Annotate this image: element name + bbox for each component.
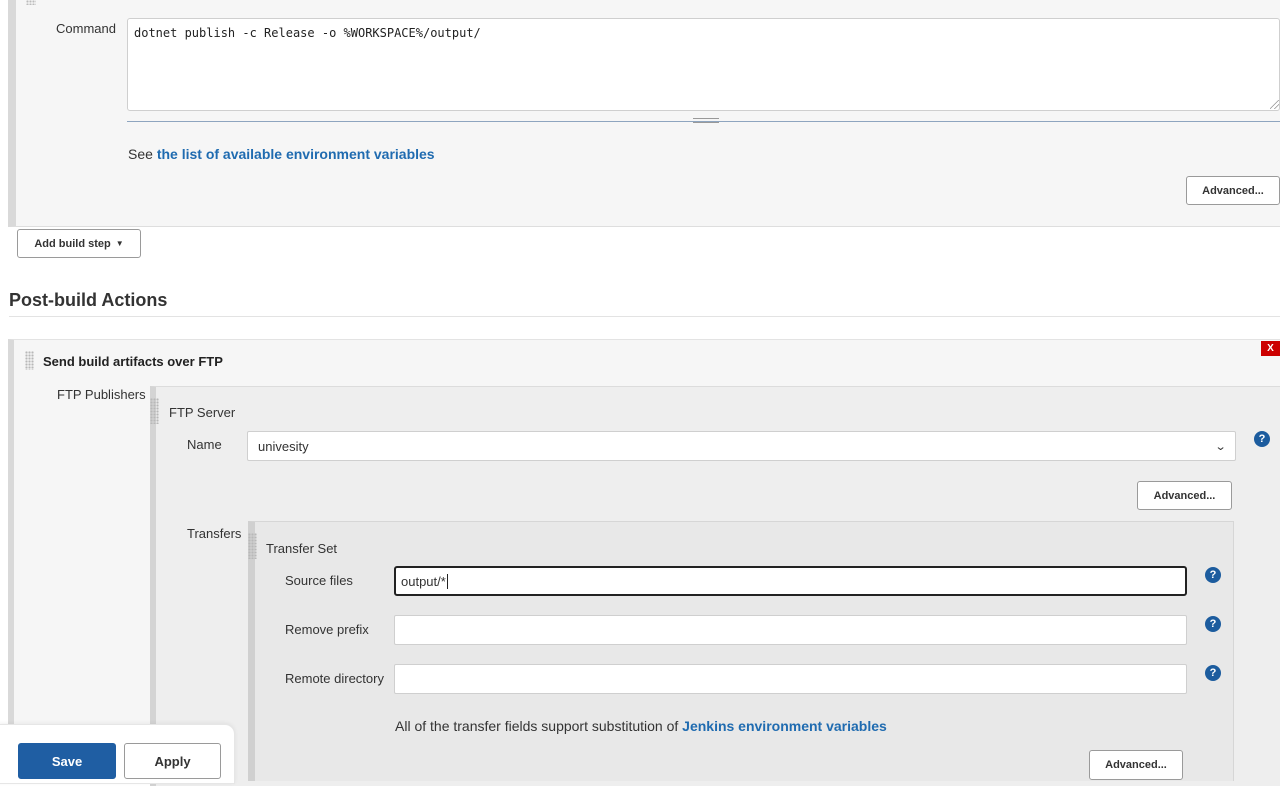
source-files-input[interactable]: output/* (394, 566, 1187, 596)
section-title-post-build: Post-build Actions (9, 290, 168, 310)
transfer-set-title: Transfer Set (266, 541, 338, 556)
delete-publisher-button[interactable]: X (1261, 341, 1280, 356)
server-name-value: univesity (258, 438, 309, 454)
remove-prefix-label: Remove prefix (285, 622, 369, 637)
drag-handle-icon[interactable] (248, 533, 257, 559)
env-help-prefix: See (128, 146, 157, 162)
advanced-button-command[interactable]: Advanced... (1186, 176, 1280, 205)
drag-handle-icon[interactable] (150, 398, 159, 424)
remove-prefix-input[interactable] (394, 615, 1187, 645)
help-icon[interactable]: ? (1205, 665, 1221, 681)
advanced-button-server[interactable]: Advanced... (1137, 481, 1232, 510)
text-cursor (446, 573, 448, 589)
transfer-substitution-note: All of the transfer fields support subst… (395, 718, 887, 734)
caret-down-icon: ▼ (115, 239, 124, 248)
source-files-value: output/* (401, 573, 446, 589)
help-icon[interactable]: ? (1205, 616, 1221, 632)
transfers-label: Transfers (187, 526, 242, 541)
env-variables-link[interactable]: the list of available environment variab… (157, 146, 435, 162)
command-textarea[interactable]: dotnet publish -c Release -o %WORKSPACE%… (127, 18, 1280, 111)
command-label: Command (56, 21, 116, 36)
add-build-step-label: Add build step (34, 237, 111, 250)
remote-directory-input[interactable] (394, 664, 1187, 694)
publisher-title: Send build artifacts over FTP (43, 354, 223, 369)
ftp-server-title: FTP Server (169, 405, 236, 420)
server-name-select[interactable]: univesity ⌄ (247, 431, 1236, 461)
section-divider (9, 316, 1280, 317)
advanced-button-transfer[interactable]: Advanced... (1089, 750, 1183, 780)
drag-handle-icon[interactable] (26, 0, 36, 5)
resize-corner-icon[interactable] (1270, 100, 1279, 109)
textarea-resize-handle-icon[interactable] (693, 118, 719, 123)
jenkins-env-variables-link[interactable]: Jenkins environment variables (682, 718, 887, 734)
help-icon[interactable]: ? (1254, 431, 1270, 447)
drag-handle-icon[interactable] (25, 351, 34, 370)
apply-button[interactable]: Apply (124, 743, 221, 779)
save-button[interactable]: Save (18, 743, 116, 779)
transfer-set-panel (248, 521, 1234, 781)
add-build-step-button[interactable]: Add build step ▼ (17, 229, 141, 258)
remote-directory-label: Remote directory (285, 671, 384, 686)
server-name-label: Name (187, 437, 222, 452)
source-files-label: Source files (285, 573, 353, 588)
help-icon[interactable]: ? (1205, 567, 1221, 583)
transfer-note-prefix: All of the transfer fields support subst… (395, 718, 683, 734)
chevron-down-icon: ⌄ (1214, 440, 1227, 453)
env-variables-help: See the list of available environment va… (128, 146, 435, 162)
ftp-publishers-label: FTP Publishers (57, 387, 146, 402)
